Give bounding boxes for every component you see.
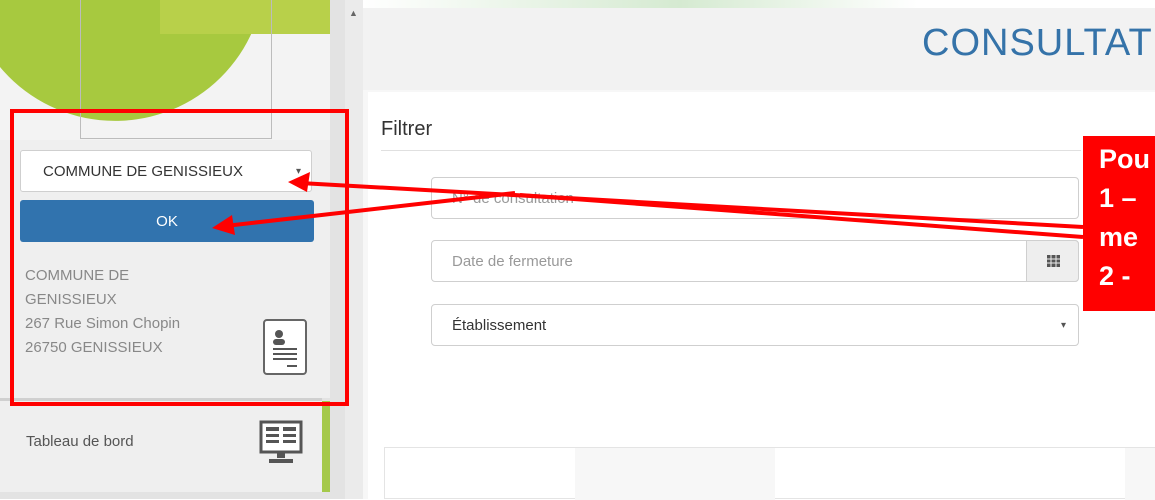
divider [381, 150, 1081, 151]
sidebar-item-label: Tableau de bord [26, 433, 134, 450]
calendar-icon [1047, 255, 1060, 267]
consultation-number-placeholder: N° de consultation [452, 189, 574, 207]
results-column [575, 448, 775, 500]
dashboard-icon [258, 420, 310, 466]
page-title: CONSULTATI [922, 22, 1155, 64]
establishment-select-value: Établissement [452, 316, 547, 334]
chevron-down-icon: ▾ [1060, 320, 1066, 331]
active-indicator [322, 401, 330, 492]
callout-line: 1 – [1099, 183, 1137, 213]
filter-card [368, 92, 1155, 499]
scroll-up-icon[interactable]: ▲ [349, 8, 358, 18]
results-panel [384, 447, 1155, 500]
callout-line: me [1099, 222, 1139, 252]
callout-line: 2 - [1099, 261, 1131, 291]
header-banner [363, 0, 1155, 8]
closing-date-placeholder: Date de fermeture [452, 252, 573, 270]
calendar-button[interactable] [1026, 240, 1079, 282]
consultation-number-input[interactable]: N° de consultation [431, 177, 1079, 219]
closing-date-input[interactable]: Date de fermeture [431, 240, 1079, 282]
establishment-select[interactable]: Établissement ▾ [431, 304, 1079, 346]
filter-heading: Filtrer [381, 118, 433, 140]
annotation-callout: Pou 1 – me 2 - [1083, 136, 1155, 311]
callout-line: Pou [1099, 144, 1150, 174]
results-column [1125, 448, 1155, 500]
annotation-highlight-box [10, 109, 349, 406]
